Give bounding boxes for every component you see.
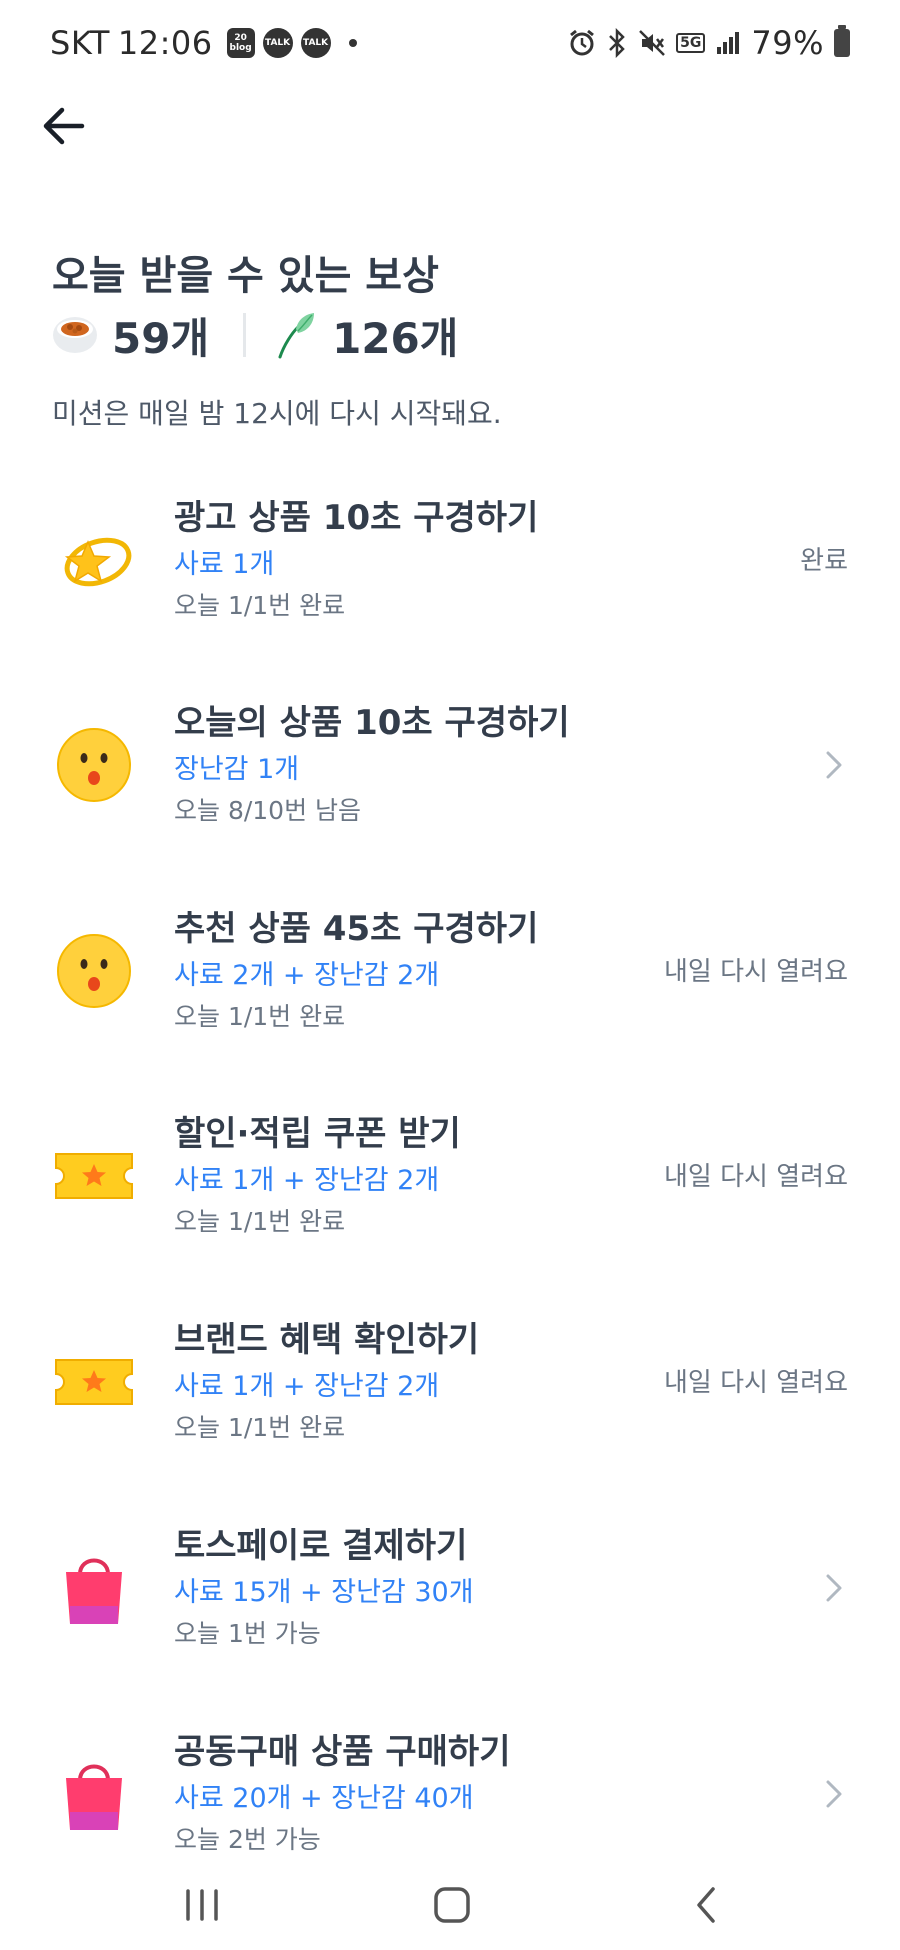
mission-progress: 오늘 2번 가능	[174, 1825, 321, 1854]
more-notifications-icon	[348, 39, 357, 47]
system-back-button[interactable]	[676, 1875, 736, 1935]
battery-percent: 79%	[751, 24, 824, 62]
arrow-left-icon	[43, 107, 85, 145]
mission-progress: 오늘 1/1번 완료	[174, 1002, 346, 1031]
mission-reward: 사료 15개 + 장난감 30개	[174, 1577, 474, 1608]
chevron-right-icon[interactable]	[824, 1572, 844, 1604]
divider	[243, 313, 247, 357]
signal-icon	[717, 32, 740, 54]
kakaotalk-notification-icon: TALK	[300, 28, 331, 58]
star-icon	[52, 518, 136, 602]
kakaotalk-notification-icon: TALK	[262, 28, 293, 58]
mute-icon	[639, 30, 666, 56]
toy-feather-icon	[278, 313, 315, 359]
mission-progress: 오늘 1/1번 완료	[174, 1207, 346, 1236]
mission-item[interactable]: 오늘의 상품 10초 구경하기 장난감 1개 오늘 8/10번 남음	[0, 685, 900, 865]
clock: 12:06	[117, 24, 213, 62]
mission-title: 오늘의 상품 10초 구경하기	[174, 703, 570, 743]
mission-progress: 오늘 8/10번 남음	[174, 796, 362, 825]
network-type-icon: 5G	[676, 33, 706, 53]
shopping-bag-icon	[52, 1752, 136, 1836]
home-icon	[434, 1887, 470, 1923]
chevron-right-icon[interactable]	[824, 1778, 844, 1810]
toy-total: 126개	[332, 313, 459, 363]
mission-title: 공동구매 상품 구매하기	[174, 1732, 511, 1772]
mission-status: 완료	[800, 546, 848, 576]
recent-apps-icon	[186, 1889, 218, 1921]
mission-title: 토스페이로 결제하기	[174, 1526, 468, 1566]
food-total: 59개	[112, 313, 210, 363]
bluetooth-icon	[609, 28, 625, 58]
mission-reward: 장난감 1개	[174, 754, 300, 785]
mission-item: 할인·적립 쿠폰 받기 사료 1개 + 장난감 2개 오늘 1/1번 완료 내일…	[0, 1096, 900, 1276]
surprised-face-icon	[52, 929, 136, 1013]
chevron-right-icon[interactable]	[824, 749, 844, 781]
mission-progress: 오늘 1/1번 완료	[174, 591, 346, 620]
mission-status: 내일 다시 열려요	[664, 1368, 848, 1398]
ticket-icon	[52, 1340, 136, 1424]
mission-item: 광고 상품 10초 구경하기 사료 1개 오늘 1/1번 완료 완료	[0, 480, 900, 660]
reward-totals: 59개 126개	[52, 305, 458, 365]
mission-progress: 오늘 1/1번 완료	[174, 1413, 346, 1442]
mission-progress: 오늘 1번 가능	[174, 1619, 321, 1648]
mission-reward: 사료 2개 + 장난감 2개	[174, 960, 440, 991]
system-navigation-bar	[0, 1855, 900, 1950]
mission-reward: 사료 1개 + 장난감 2개	[174, 1371, 440, 1402]
shopping-bag-icon	[52, 1546, 136, 1630]
mission-title: 할인·적립 쿠폰 받기	[174, 1114, 461, 1154]
mission-title: 브랜드 혜택 확인하기	[174, 1320, 480, 1360]
mission-item: 브랜드 혜택 확인하기 사료 1개 + 장난감 2개 오늘 1/1번 완료 내일…	[0, 1302, 900, 1482]
surprised-face-icon	[52, 723, 136, 807]
mission-title: 추천 상품 45초 구경하기	[174, 909, 539, 949]
carrier-label: SKT	[50, 24, 110, 62]
chevron-left-icon	[697, 1887, 715, 1923]
food-bowl-icon	[53, 317, 97, 353]
ticket-icon	[52, 1134, 136, 1218]
mission-reward: 사료 1개 + 장난감 2개	[174, 1165, 440, 1196]
recent-apps-button[interactable]	[172, 1875, 232, 1935]
status-bar: SKT 12:06 20 blog TALK TALK 5G 79%	[0, 0, 900, 86]
mission-status: 내일 다시 열려요	[664, 957, 848, 987]
mission-title: 광고 상품 10초 구경하기	[174, 498, 539, 538]
blog-notification-icon: 20 blog	[226, 28, 255, 58]
alarm-icon	[570, 29, 595, 56]
mission-status: 내일 다시 열려요	[664, 1162, 848, 1192]
mission-reset-notice: 미션은 매일 밤 12시에 다시 시작돼요.	[52, 397, 502, 430]
mission-item[interactable]: 토스페이로 결제하기 사료 15개 + 장난감 30개 오늘 1번 가능	[0, 1508, 900, 1688]
mission-item: 추천 상품 45초 구경하기 사료 2개 + 장난감 2개 오늘 1/1번 완료…	[0, 891, 900, 1071]
mission-reward: 사료 20개 + 장난감 40개	[174, 1783, 474, 1814]
mission-reward: 사료 1개	[174, 549, 275, 580]
battery-icon	[834, 25, 850, 57]
page-title: 오늘 받을 수 있는 보상	[52, 253, 439, 299]
home-button[interactable]	[422, 1875, 482, 1935]
back-button[interactable]	[38, 100, 90, 152]
